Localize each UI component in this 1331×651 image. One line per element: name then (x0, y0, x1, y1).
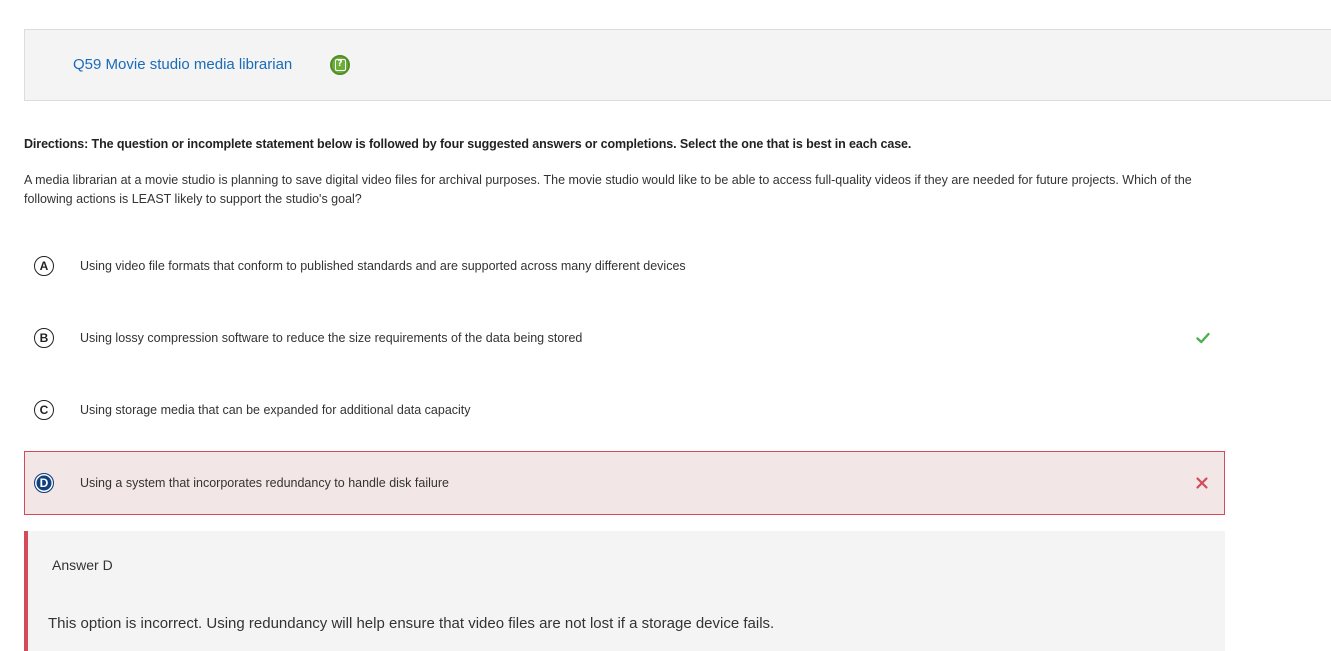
feedback-text: This option is incorrect. Using redundan… (48, 615, 775, 632)
question-title-link[interactable]: Q59 Movie studio media librarian (73, 56, 292, 73)
option-d-badge: D (34, 473, 54, 493)
question-header: Q59 Movie studio media librarian ? (24, 29, 1331, 101)
answer-feedback-panel: Answer D This option is incorrect. Using… (24, 531, 1225, 651)
directions-text: Directions: The question or incomplete s… (24, 137, 912, 151)
cross-icon (1196, 477, 1208, 489)
option-a-badge: A (34, 256, 54, 276)
question-stem: A media librarian at a movie studio is p… (24, 173, 1192, 206)
feedback-title: Answer D (52, 557, 113, 573)
option-b-label: Using lossy compression software to redu… (80, 331, 583, 345)
option-b-badge: B (34, 328, 54, 348)
option-c-badge: C (34, 400, 54, 420)
option-d[interactable]: D Using a system that incorporates redun… (24, 451, 1225, 515)
checkmark-icon (1196, 332, 1210, 344)
option-c-label: Using storage media that can be expanded… (80, 403, 471, 417)
question-mark-glyph: ? (334, 59, 346, 71)
option-a[interactable]: A Using video file formats that conform … (24, 234, 1225, 298)
option-a-label: Using video file formats that conform to… (80, 259, 686, 273)
option-c[interactable]: C Using storage media that can be expand… (24, 378, 1225, 442)
help-icon[interactable]: ? (330, 55, 350, 75)
option-b[interactable]: B Using lossy compression software to re… (24, 306, 1225, 370)
option-d-label: Using a system that incorporates redunda… (80, 476, 449, 490)
